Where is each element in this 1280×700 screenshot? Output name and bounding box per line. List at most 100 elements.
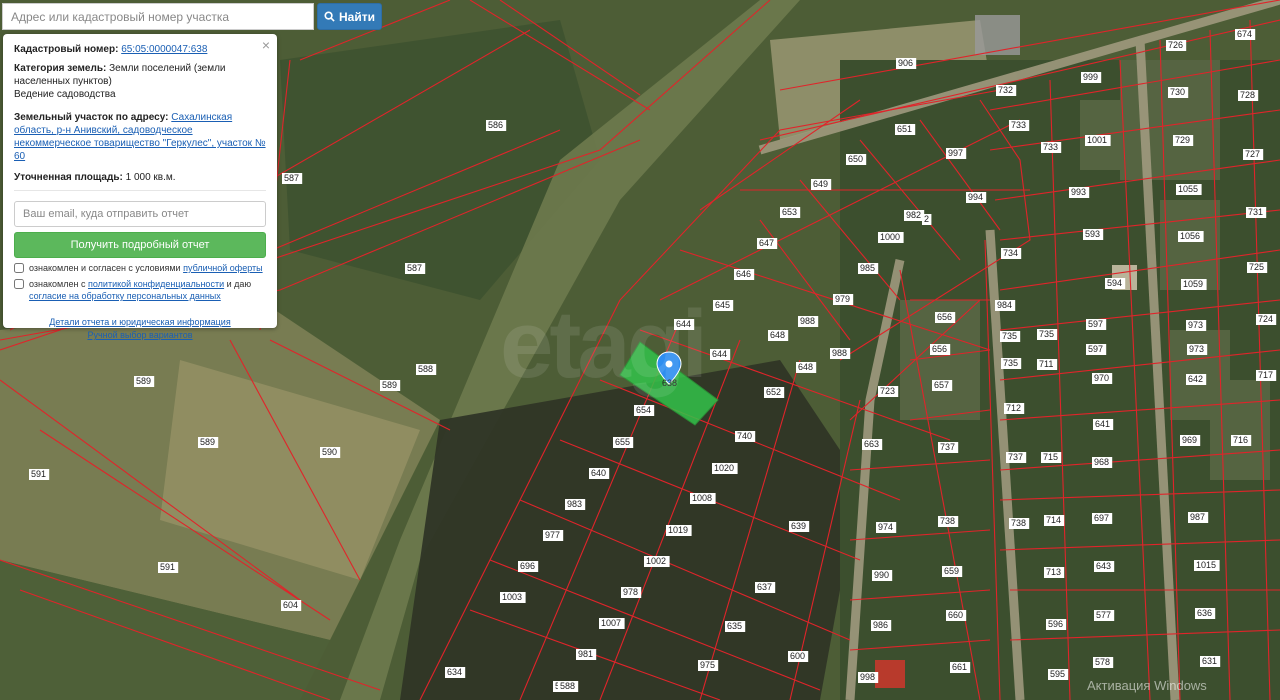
plot-number-label[interactable]: 977 — [545, 530, 560, 540]
plot-number-label[interactable]: 595 — [1050, 669, 1065, 679]
plot-number-label[interactable]: 738 — [940, 516, 955, 526]
plot-number-label[interactable]: 588 — [418, 364, 433, 374]
plot-number-label[interactable]: 985 — [860, 263, 875, 273]
plot-number-label[interactable]: 634 — [447, 667, 462, 677]
plot-number-label[interactable]: 987 — [1190, 512, 1205, 522]
plot-number-label[interactable]: 654 — [636, 405, 651, 415]
plot-number-label[interactable]: 725 — [1249, 262, 1264, 272]
plot-number-label[interactable]: 656 — [932, 344, 947, 354]
plot-number-label[interactable]: 591 — [31, 469, 46, 479]
plot-number-label[interactable]: 983 — [567, 499, 582, 509]
plot-number-label[interactable]: 982 — [906, 210, 921, 220]
plot-number-label[interactable]: 659 — [944, 566, 959, 576]
plot-number-label[interactable]: 737 — [940, 442, 955, 452]
plot-number-label[interactable]: 981 — [578, 649, 593, 659]
plot-number-label[interactable]: 646 — [736, 269, 751, 279]
consent-link[interactable]: согласие на обработку персональных данны… — [29, 291, 221, 301]
plot-number-label[interactable]: 586 — [488, 120, 503, 130]
plot-number-label[interactable]: 737 — [1008, 452, 1023, 462]
privacy-checkbox-row[interactable]: ознакомлен с политикой конфиденциальност… — [14, 278, 266, 302]
plot-number-label[interactable]: 597 — [1088, 319, 1103, 329]
plot-number-label[interactable]: 590 — [322, 447, 337, 457]
plot-number-label[interactable]: 727 — [1245, 149, 1260, 159]
plot-number-label[interactable]: 984 — [997, 300, 1012, 310]
plot-number-label[interactable]: 589 — [382, 380, 397, 390]
plot-number-label[interactable]: 973 — [1189, 344, 1204, 354]
plot-number-label[interactable]: 641 — [1095, 419, 1110, 429]
plot-number-label[interactable]: 723 — [880, 386, 895, 396]
plot-number-label[interactable]: 735 — [1039, 329, 1054, 339]
plot-number-label[interactable]: 631 — [1202, 656, 1217, 666]
plot-number-label[interactable]: 604 — [283, 600, 298, 610]
plot-number-label[interactable]: 997 — [948, 148, 963, 158]
plot-number-label[interactable]: 596 — [1048, 619, 1063, 629]
privacy-policy-link[interactable]: политикой конфиденциальности — [88, 279, 224, 289]
plot-number-label[interactable]: 587 — [407, 263, 422, 273]
plot-number-label[interactable]: 657 — [934, 380, 949, 390]
plot-number-label[interactable]: 650 — [848, 154, 863, 164]
plot-number-label[interactable]: 594 — [1107, 278, 1122, 288]
plot-number-label[interactable]: 656 — [937, 312, 952, 322]
plot-number-label[interactable]: 1055 — [1178, 184, 1198, 194]
plot-number-label[interactable]: 993 — [1071, 187, 1086, 197]
plot-number-label[interactable]: 697 — [1094, 513, 1109, 523]
plot-number-label[interactable]: 647 — [759, 238, 774, 248]
plot-number-label[interactable]: 591 — [160, 562, 175, 572]
plot-number-label[interactable]: 1002 — [646, 556, 666, 566]
plot-number-label[interactable]: 994 — [968, 192, 983, 202]
manual-select-link[interactable]: Ручной выбор вариантов — [87, 330, 192, 340]
plot-number-label[interactable]: 732 — [998, 85, 1013, 95]
get-report-button[interactable]: Получить подробный отчет — [14, 232, 266, 258]
plot-number-label[interactable]: 1000 — [880, 232, 900, 242]
plot-number-label[interactable]: 644 — [712, 349, 727, 359]
plot-number-label[interactable]: 643 — [1096, 561, 1111, 571]
plot-number-label[interactable]: 577 — [1096, 610, 1111, 620]
plot-number-label[interactable]: 724 — [1258, 314, 1273, 324]
plot-number-label[interactable]: 648 — [770, 330, 785, 340]
plot-number-label[interactable]: 1015 — [1196, 560, 1216, 570]
offer-checkbox-row[interactable]: ознакомлен и согласен с условиями публич… — [14, 262, 266, 274]
close-icon[interactable]: × — [262, 38, 270, 52]
plot-number-label[interactable]: 714 — [1046, 515, 1061, 525]
plot-number-label[interactable]: 661 — [952, 662, 967, 672]
plot-number-label[interactable]: 649 — [813, 179, 828, 189]
plot-number-label[interactable]: 738 — [1011, 518, 1026, 528]
plot-number-label[interactable]: 660 — [948, 610, 963, 620]
plot-number-label[interactable]: 712 — [1006, 403, 1021, 413]
offer-checkbox[interactable] — [14, 263, 24, 273]
plot-number-label[interactable]: 636 — [1197, 608, 1212, 618]
plot-number-label[interactable]: 717 — [1258, 370, 1273, 380]
email-input[interactable] — [14, 201, 266, 227]
plot-number-label[interactable]: 1003 — [502, 592, 522, 602]
plot-number-label[interactable]: 731 — [1248, 207, 1263, 217]
plot-number-label[interactable]: 593 — [1085, 229, 1100, 239]
plot-number-label[interactable]: 639 — [791, 521, 806, 531]
privacy-checkbox[interactable] — [14, 279, 24, 289]
plot-number-label[interactable]: 674 — [1237, 29, 1252, 39]
plot-number-label[interactable]: 716 — [1233, 435, 1248, 445]
plot-number-label[interactable]: 587 — [284, 173, 299, 183]
plot-number-label[interactable]: 733 — [1043, 142, 1058, 152]
plot-number-label[interactable]: 735 — [1002, 331, 1017, 341]
plot-number-label[interactable]: 990 — [874, 570, 889, 580]
plot-number-label[interactable]: 589 — [136, 376, 151, 386]
cadastral-number-link[interactable]: 65:05:0000047:638 — [121, 44, 207, 55]
plot-number-label[interactable]: 733 — [1011, 120, 1026, 130]
plot-number-label[interactable]: 640 — [591, 468, 606, 478]
plot-number-label[interactable]: 653 — [782, 207, 797, 217]
plot-number-label[interactable]: 642 — [1188, 374, 1203, 384]
plot-number-label[interactable]: 648 — [798, 362, 813, 372]
plot-number-label[interactable]: 588 — [560, 681, 575, 691]
plot-number-label[interactable]: 729 — [1175, 135, 1190, 145]
plot-number-label[interactable]: 735 — [1003, 358, 1018, 368]
plot-number-label[interactable]: 728 — [1240, 90, 1255, 100]
plot-number-label[interactable]: 969 — [1182, 435, 1197, 445]
plot-number-label[interactable]: 979 — [835, 294, 850, 304]
plot-number-label[interactable]: 597 — [1088, 344, 1103, 354]
plot-number-label[interactable]: 999 — [1083, 72, 1098, 82]
plot-number-label[interactable]: 637 — [757, 582, 772, 592]
plot-number-label[interactable]: 988 — [832, 348, 847, 358]
plot-number-label[interactable]: 635 — [727, 621, 742, 631]
plot-number-label[interactable]: 1007 — [601, 618, 621, 628]
plot-number-label[interactable]: 1020 — [714, 463, 734, 473]
